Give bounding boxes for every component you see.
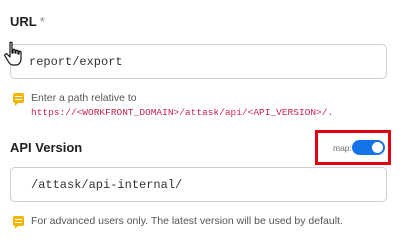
url-label-text: URL <box>10 14 37 29</box>
api-version-label: API Version <box>10 140 83 155</box>
hint-icon <box>13 93 24 106</box>
api-version-input[interactable] <box>10 167 387 202</box>
url-input[interactable] <box>10 44 387 79</box>
url-hint-text: Enter a path relative to <box>31 92 137 104</box>
api-version-hint-text: For advanced users only. The latest vers… <box>31 215 343 227</box>
hand-pointer-icon <box>4 41 22 66</box>
map-toggle-highlight: map: <box>315 130 391 165</box>
required-asterisk: * <box>39 14 45 29</box>
map-label: map: <box>333 143 352 153</box>
url-hint-code: https://<WORKFRONT_DOMAIN>/attask/api/<A… <box>31 107 334 118</box>
toggle-knob <box>372 142 383 153</box>
map-toggle-switch[interactable] <box>352 140 385 155</box>
url-label: URL * <box>10 14 45 29</box>
hint-icon <box>13 216 24 229</box>
